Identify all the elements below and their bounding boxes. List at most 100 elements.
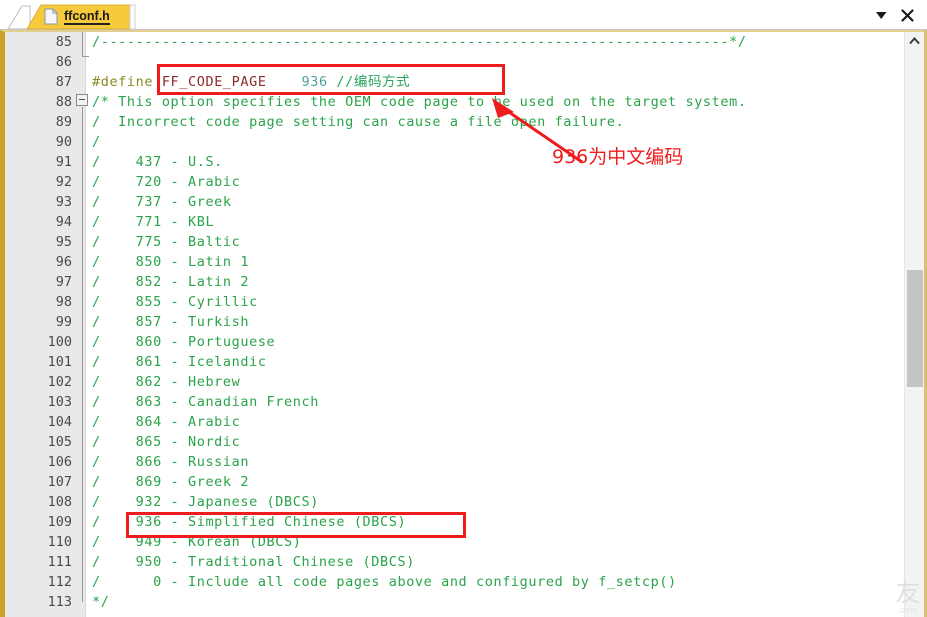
line-text: / 850 - Latin 1 (92, 254, 250, 270)
code-line: 106 / 866 - Russian (0, 452, 927, 472)
tab-bar: ffconf.h (0, 0, 927, 30)
line-number: 97 (55, 274, 72, 290)
line-text: / 771 - KBL (92, 214, 215, 230)
line-number: 107 (47, 474, 72, 490)
code-line: 92 / 720 - Arabic (0, 172, 927, 192)
line-text: / 852 - Latin 2 (92, 274, 250, 290)
code-line: 90 / (0, 132, 927, 152)
code-line: 109 / 936 - Simplified Chinese (DBCS) (0, 512, 927, 532)
line-number: 111 (47, 554, 72, 570)
line-number: 91 (55, 154, 72, 170)
document-icon (44, 8, 58, 25)
line-number: 104 (47, 414, 72, 430)
line-number: 106 (47, 454, 72, 470)
code-line: 95 / 775 - Baltic (0, 232, 927, 252)
line-number: 110 (47, 534, 72, 550)
line-text: / 775 - Baltic (92, 234, 241, 250)
line-text: / 437 - U.S. (92, 154, 223, 170)
line-text: #define FF_CODE_PAGE 936 //编码方式 (92, 72, 410, 92)
code-line: 100 / 860 - Portuguese (0, 332, 927, 352)
line-number: 102 (47, 374, 72, 390)
define-keyword: #define (92, 74, 154, 90)
line-text: / 932 - Japanese (DBCS) (92, 494, 319, 510)
line-number: 108 (47, 494, 72, 510)
code-line: 93 / 737 - Greek (0, 192, 927, 212)
line-text: / 0 - Include all code pages above and c… (92, 574, 677, 590)
line-text: / 869 - Greek 2 (92, 474, 250, 490)
line-number: 85 (55, 34, 72, 50)
code-line: 110 / 949 - Korean (DBCS) (0, 532, 927, 552)
line-number: 94 (55, 214, 72, 230)
code-line: 108 / 932 - Japanese (DBCS) (0, 492, 927, 512)
tab-label: ffconf.h (64, 8, 110, 25)
macro-value: 936 (301, 74, 328, 90)
line-text: / 862 - Hebrew (92, 374, 241, 390)
code-line: 113 */ (0, 592, 927, 612)
line-number: 96 (55, 254, 72, 270)
code-line: 89 / Incorrect code page setting can caus… (0, 112, 927, 132)
code-line: 91 / 437 - U.S. (0, 152, 927, 172)
line-text: / Incorrect code page setting can cause … (92, 114, 625, 130)
line-text: / 855 - Cyrillic (92, 294, 258, 310)
line-text: /* This option specifies the OEM code pa… (92, 94, 747, 110)
line-text: / 857 - Turkish (92, 314, 250, 330)
code-line: 86 (0, 52, 927, 72)
line-number: 99 (55, 314, 72, 330)
line-text: / 865 - Nordic (92, 434, 241, 450)
line-text: / 860 - Portuguese (92, 334, 276, 350)
code-line: 105 / 865 - Nordic (0, 432, 927, 452)
code-line: 94 / 771 - KBL (0, 212, 927, 232)
code-line: 104 / 864 - Arabic (0, 412, 927, 432)
line-text: / 863 - Canadian French (92, 394, 319, 410)
macro-name: FF_CODE_PAGE (161, 74, 267, 90)
line-number: 100 (47, 334, 72, 350)
line-number: 89 (55, 114, 72, 130)
line-number: 86 (55, 54, 72, 70)
code-line: 103 / 863 - Canadian French (0, 392, 927, 412)
line-text: / (92, 134, 101, 150)
code-line: 87 #define FF_CODE_PAGE 936 //编码方式 (0, 72, 927, 92)
scroll-up-arrow-icon[interactable] (905, 32, 924, 50)
scrollbar-thumb[interactable] (907, 270, 923, 387)
code-line: 96 / 850 - Latin 1 (0, 252, 927, 272)
line-number: 95 (55, 234, 72, 250)
code-editor-window: ffconf.h 85 /----------------------------… (0, 0, 927, 617)
code-text-area[interactable]: 85 /-------------------------------------… (0, 32, 927, 617)
line-number: 103 (47, 394, 72, 410)
line-text: */ (92, 594, 110, 610)
code-line: 111 / 950 - Traditional Chinese (DBCS) (0, 552, 927, 572)
inline-comment: //编码方式 (327, 74, 411, 90)
vertical-scrollbar[interactable] (904, 32, 924, 617)
code-line: 97 / 852 - Latin 2 (0, 272, 927, 292)
line-number: 92 (55, 174, 72, 190)
line-text: /---------------------------------------… (92, 34, 747, 50)
line-number: 109 (47, 514, 72, 530)
code-line: 98 / 855 - Cyrillic (0, 292, 927, 312)
line-text: / 864 - Arabic (92, 414, 241, 430)
line-text: / 737 - Greek (92, 194, 232, 210)
chevron-down-icon[interactable] (871, 5, 891, 25)
line-text: / 949 - Korean (DBCS) (92, 534, 302, 550)
line-number: 93 (55, 194, 72, 210)
code-line: 107 / 869 - Greek 2 (0, 472, 927, 492)
line-number: 105 (47, 434, 72, 450)
tab-ffconf-h[interactable]: ffconf.h (26, 3, 136, 30)
line-number: 87 (55, 74, 72, 90)
close-icon[interactable] (897, 5, 917, 25)
line-number: 88 (55, 94, 72, 110)
line-number: 90 (55, 134, 72, 150)
line-number: 112 (47, 574, 72, 590)
code-line: 102 / 862 - Hebrew (0, 372, 927, 392)
code-line: 88 /* This option specifies the OEM code … (0, 92, 927, 112)
code-line: 85 /-------------------------------------… (0, 32, 927, 52)
tab-content: ffconf.h (26, 3, 136, 30)
line-number: 113 (47, 594, 72, 610)
line-text: / 720 - Arabic (92, 174, 241, 190)
code-line: 101 / 861 - Icelandic (0, 352, 927, 372)
line-text: / 936 - Simplified Chinese (DBCS) (92, 514, 407, 530)
line-number: 101 (47, 354, 72, 370)
line-number: 98 (55, 294, 72, 310)
code-line: 99 / 857 - Turkish (0, 312, 927, 332)
line-text: / 866 - Russian (92, 454, 250, 470)
line-text: / 950 - Traditional Chinese (DBCS) (92, 554, 415, 570)
